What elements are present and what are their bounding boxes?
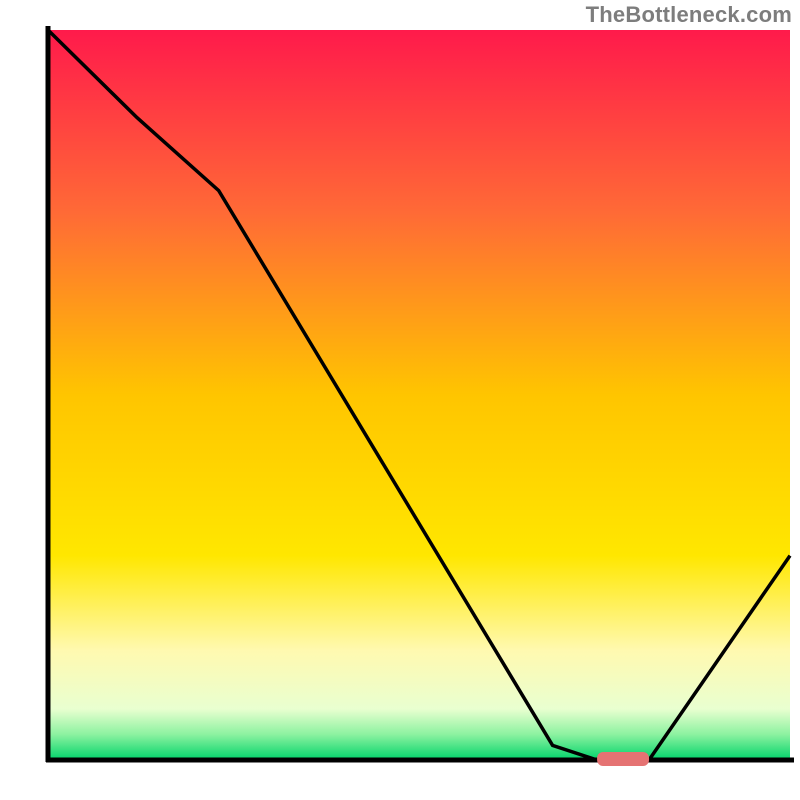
chart-container: TheBottleneck.com xyxy=(0,0,800,800)
optimal-marker xyxy=(597,752,649,766)
bottleneck-chart xyxy=(0,0,800,800)
watermark-text: TheBottleneck.com xyxy=(586,2,792,28)
